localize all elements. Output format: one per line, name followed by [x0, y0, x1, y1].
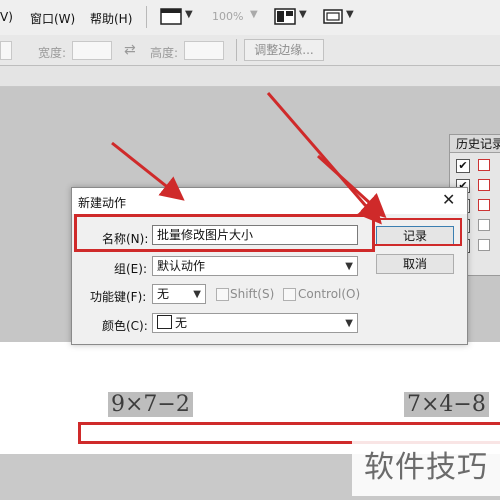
options-bar: 宽度: ⇄ 高度: 调整边缘...: [0, 35, 500, 66]
dialog-toggle-icon[interactable]: [478, 179, 490, 191]
function-key-value: 无: [157, 287, 170, 301]
chevron-down-icon[interactable]: ▼: [250, 9, 258, 20]
separator: [146, 6, 147, 28]
new-action-dialog: 新建动作 ✕ 名称(N): 批量修改图片大小 组(E): 默认动作 ▼ 功能键(…: [71, 187, 468, 345]
menu-window[interactable]: 窗口(W): [30, 10, 75, 27]
chevron-down-icon[interactable]: ▼: [345, 315, 353, 333]
check-icon[interactable]: ✔: [456, 159, 470, 173]
swap-icon[interactable]: ⇄: [124, 42, 136, 58]
zoom-level[interactable]: 100%: [212, 10, 243, 23]
menu-bar: V) 窗口(W) 帮助(H) ▼ 100% ▼ ▼ ▼: [0, 0, 500, 36]
group-select[interactable]: 默认动作 ▼: [152, 256, 358, 276]
separator: [236, 39, 237, 61]
color-swatch-icon: [157, 315, 172, 329]
height-input[interactable]: [184, 41, 224, 60]
history-row[interactable]: ✔: [454, 157, 500, 175]
expression-left: 9×7−2: [108, 392, 193, 417]
chevron-down-icon[interactable]: ▼: [193, 286, 201, 304]
document-tab-strip: [0, 66, 500, 87]
history-panel-title[interactable]: 历史记录: [450, 135, 500, 153]
annotation-highlight-box: [372, 218, 462, 246]
color-label: 颜色(C):: [102, 319, 148, 333]
dialog-toggle-icon[interactable]: [478, 239, 490, 251]
width-input[interactable]: [72, 41, 112, 60]
dialog-title: 新建动作: [78, 196, 127, 210]
cancel-button[interactable]: 取消: [376, 254, 454, 274]
chevron-down-icon[interactable]: ▼: [185, 9, 193, 20]
color-select-value: 无: [175, 316, 188, 330]
width-label: 宽度:: [38, 46, 67, 60]
function-key-select[interactable]: 无 ▼: [152, 284, 206, 304]
chevron-down-icon[interactable]: ▼: [345, 258, 353, 276]
expression-right: 7×4−8: [404, 392, 489, 417]
style-input[interactable]: [0, 41, 12, 60]
color-select[interactable]: 无 ▼: [152, 313, 358, 333]
group-label: 组(E):: [114, 262, 147, 276]
function-key-label: 功能键(F):: [90, 290, 147, 304]
control-checkbox[interactable]: [283, 288, 296, 301]
shift-checkbox[interactable]: [216, 288, 229, 301]
menu-help[interactable]: 帮助(H): [90, 10, 132, 27]
dialog-toggle-icon[interactable]: [478, 159, 490, 171]
close-icon[interactable]: ✕: [442, 190, 455, 209]
dialog-toggle-icon[interactable]: [478, 199, 490, 211]
menu-view[interactable]: V): [0, 10, 13, 24]
chevron-down-icon[interactable]: ▼: [299, 9, 307, 20]
shift-label: Shift(S): [230, 287, 275, 301]
arrange-windows-icon[interactable]: [274, 8, 296, 25]
height-label: 高度:: [150, 46, 179, 60]
dialog-toggle-icon[interactable]: [478, 219, 490, 231]
dialog-titlebar: 新建动作 ✕: [72, 188, 467, 214]
control-label: Control(O): [298, 287, 361, 301]
refine-edge-button[interactable]: 调整边缘...: [244, 39, 324, 61]
annotation-highlight-box: [74, 214, 375, 252]
group-select-value: 默认动作: [157, 259, 206, 273]
screen-mode-icon[interactable]: [322, 8, 344, 25]
film-frame-icon[interactable]: [160, 8, 182, 25]
chevron-down-icon[interactable]: ▼: [346, 9, 354, 20]
watermark-text: 软件技巧: [352, 440, 500, 496]
